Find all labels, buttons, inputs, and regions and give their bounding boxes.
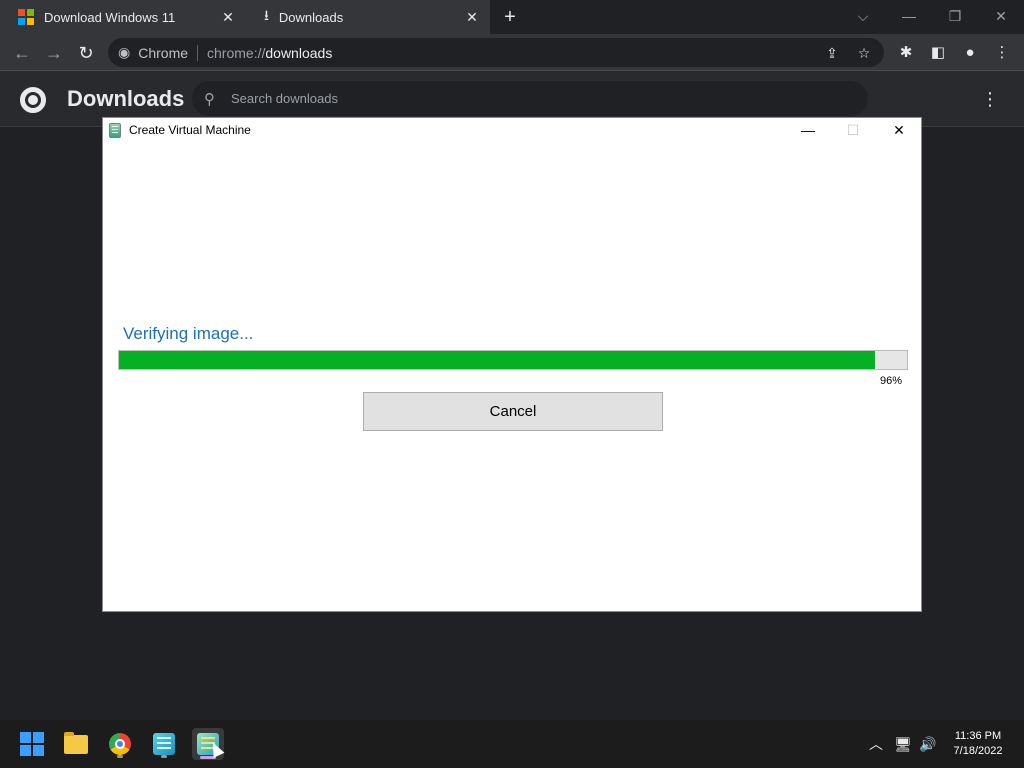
dialog-maximize-button: ☐ [846, 122, 860, 138]
clock-date: 7/18/2022 [953, 745, 1003, 757]
search-downloads-field[interactable]: ⚲ Search downloads [192, 81, 868, 116]
progress-bar [118, 350, 908, 370]
folder-icon [64, 731, 88, 754]
dialog-close-button[interactable]: ✕ [877, 118, 921, 142]
progress-percent: 96% [879, 375, 902, 387]
windows-logo-icon [18, 9, 34, 25]
reload-button[interactable]: ↻ [73, 40, 99, 66]
search-placeholder: Search downloads [231, 91, 338, 106]
tab-download-windows-11[interactable]: Download Windows 11 ✕ [0, 0, 246, 34]
windows-start-icon [20, 732, 44, 756]
hyper-v-manager-button[interactable] [148, 728, 180, 760]
search-icon: ⚲ [204, 90, 215, 108]
dialog-title: Create Virtual Machine [129, 123, 251, 137]
volume-icon[interactable]: 🔊 [918, 734, 938, 754]
cancel-button[interactable]: Cancel [363, 392, 663, 431]
omnibox-divider [197, 44, 199, 61]
vm-app-icon [109, 122, 121, 138]
hyper-v-manager-icon [153, 733, 175, 755]
close-icon[interactable]: ✕ [220, 9, 236, 25]
chrome-site-icon: ◉ [118, 44, 131, 60]
network-icon[interactable]: 🖥 [893, 734, 913, 754]
tab-downloads[interactable]: ⭳ Downloads ✕ [246, 0, 490, 34]
dialog-titlebar: Create Virtual Machine — ☐ ✕ [103, 118, 921, 142]
page-title: Downloads [67, 86, 185, 111]
download-icon: ⭳ [264, 7, 269, 23]
browser-toolbar: ← → ↻ ◉ Chrome chrome:// downloads ⇪ ☆ ✱… [0, 34, 1024, 71]
running-indicator [161, 755, 167, 758]
minimize-button[interactable]: — [895, 4, 923, 28]
running-indicator [117, 755, 123, 758]
tab-title: Downloads [278, 9, 344, 25]
tab-strip: Download Windows 11 ✕ ⭳ Downloads ✕ + ⌵ … [0, 0, 1024, 34]
menu-kebab-icon[interactable]: ⋮ [991, 42, 1013, 64]
new-tab-button[interactable]: + [499, 6, 521, 28]
downloads-menu-icon[interactable]: ⋮ [980, 87, 1000, 111]
clock-time: 11:36 PM [954, 730, 1002, 742]
tab-search-chevron-icon[interactable]: ⌵ [849, 4, 877, 28]
profile-icon[interactable]: ● [959, 42, 981, 64]
start-button[interactable] [16, 728, 48, 760]
bookmark-star-icon[interactable]: ☆ [855, 44, 873, 62]
tab-title: Download Windows 11 [44, 9, 176, 25]
side-panel-icon[interactable]: ◧ [927, 42, 949, 64]
file-explorer-button[interactable] [60, 728, 92, 760]
chevron-up-icon[interactable]: ︿ [866, 734, 886, 754]
site-label: Chrome [138, 44, 189, 61]
clock[interactable]: 11:36 PM 7/18/2022 [944, 729, 1012, 759]
dialog-minimize-button[interactable]: — [786, 118, 830, 142]
url-host: downloads [265, 44, 333, 61]
create-vm-dialog: Create Virtual Machine — ☐ ✕ Verifying i… [102, 117, 922, 612]
close-icon[interactable]: ✕ [464, 9, 480, 25]
close-window-button[interactable]: ✕ [987, 4, 1015, 28]
address-bar[interactable]: ◉ Chrome chrome:// downloads ⇪ ☆ [108, 38, 884, 67]
status-message: Verifying image... [123, 324, 254, 343]
chrome-icon [109, 733, 131, 755]
share-icon[interactable]: ⇪ [823, 44, 841, 62]
chrome-logo-icon [20, 87, 46, 113]
extensions-icon[interactable]: ✱ [895, 42, 917, 64]
progress-fill [119, 351, 876, 369]
forward-button[interactable]: → [41, 40, 67, 66]
taskbar: ︿ 🖥 🔊 11:36 PM 7/18/2022 [0, 720, 1024, 768]
back-button[interactable]: ← [9, 40, 35, 66]
chrome-taskbar-button[interactable] [104, 728, 136, 760]
restore-button[interactable]: ❐ [941, 4, 969, 28]
url-scheme: chrome:// [207, 44, 266, 61]
